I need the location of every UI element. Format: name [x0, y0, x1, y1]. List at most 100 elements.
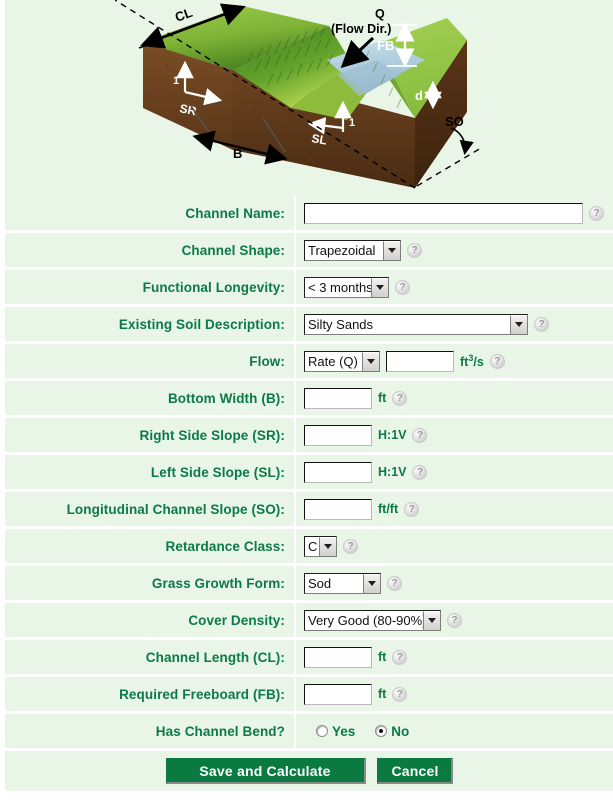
form-row-has-channel-bend: Has Channel Bend? Yes No: [5, 714, 613, 748]
diagram-label-cl: CL: [173, 5, 194, 25]
label-channel-shape: Channel Shape:: [181, 242, 285, 258]
bottom-width-input[interactable]: [304, 387, 372, 409]
field-channel-length: ft: [296, 640, 613, 674]
label-required-freeboard: Required Freeboard (FB):: [119, 686, 285, 702]
help-icon-channel-name[interactable]: [589, 205, 604, 221]
chevron-down-icon[interactable]: [362, 351, 379, 371]
diagram-label-q: Q: [375, 7, 385, 21]
grass-growth-form-select[interactable]: Sod: [304, 572, 381, 594]
field-required-freeboard: ft: [296, 677, 613, 711]
field-longitudinal-channel-slope: ft/ft: [296, 492, 613, 526]
label-cover-density: Cover Density:: [188, 612, 285, 628]
radio-indicator-yes[interactable]: [316, 725, 328, 737]
help-icon-right-side-slope[interactable]: [412, 427, 428, 443]
label-functional-longevity: Functional Longevity:: [142, 279, 285, 295]
field-channel-shape: Trapezoidal: [296, 233, 613, 267]
channel-shape-value: Trapezoidal: [308, 242, 376, 258]
label-bottom-width: Bottom Width (B):: [167, 390, 285, 406]
label-left-side-slope: Left Side Slope (SL):: [150, 464, 285, 480]
field-bottom-width: ft: [296, 381, 613, 415]
label-flow: Flow:: [249, 353, 285, 369]
help-icon-bottom-width[interactable]: [392, 390, 408, 406]
cover-density-select[interactable]: Very Good (80-90%): [304, 609, 441, 631]
chevron-down-icon[interactable]: [383, 240, 400, 260]
label-right-side-slope: Right Side Slope (SR):: [139, 427, 285, 443]
channel-diagram-banner: CL FB d Q (Flow Dir.) 1 SR 1 SL B SO: [5, 0, 613, 196]
longitudinal-channel-slope-input[interactable]: [304, 498, 372, 520]
flow-type-value: Rate (Q): [308, 353, 358, 369]
radio-label-yes: Yes: [332, 723, 356, 739]
diagram-label-sl: SL: [310, 131, 328, 147]
channel-design-form: Channel Name: Channel Shape: Trapezoidal…: [5, 196, 613, 791]
cancel-button[interactable]: Cancel: [376, 758, 453, 784]
units-right-side-slope: H:1V: [378, 428, 407, 442]
help-icon-grass-growth-form[interactable]: [387, 575, 402, 591]
form-action-bar: Save and Calculate Cancel: [5, 751, 613, 791]
field-channel-name: [296, 196, 613, 230]
form-row-cover-density: Cover Density: Very Good (80-90%): [5, 603, 613, 637]
channel-shape-select[interactable]: Trapezoidal: [304, 239, 401, 261]
cover-density-value: Very Good (80-90%): [308, 612, 423, 628]
chevron-down-icon[interactable]: [363, 573, 380, 593]
form-row-required-freeboard: Required Freeboard (FB): ft: [5, 677, 613, 711]
label-retardance-class: Retardance Class:: [165, 538, 285, 554]
field-left-side-slope: H:1V: [296, 455, 613, 489]
help-icon-channel-shape[interactable]: [407, 242, 422, 258]
help-icon-existing-soil-description[interactable]: [534, 316, 549, 332]
form-row-right-side-slope: Right Side Slope (SR): H:1V: [5, 418, 613, 452]
retardance-class-value: C: [308, 538, 318, 554]
help-icon-retardance-class[interactable]: [343, 538, 358, 554]
existing-soil-description-select[interactable]: Silty Sands: [304, 313, 528, 335]
chevron-down-icon[interactable]: [423, 610, 440, 630]
radio-indicator-no[interactable]: [375, 725, 388, 737]
help-icon-functional-longevity[interactable]: [395, 279, 410, 295]
save-and-calculate-button[interactable]: Save and Calculate: [165, 758, 366, 784]
diagram-label-one-left: 1: [173, 75, 179, 87]
page-root: CL FB d Q (Flow Dir.) 1 SR 1 SL B SO Cha…: [0, 0, 613, 808]
diagram-label-one-right: 1: [349, 117, 355, 129]
chevron-down-icon[interactable]: [319, 536, 336, 556]
chevron-down-icon[interactable]: [510, 314, 527, 334]
grass-growth-form-value: Sod: [308, 575, 332, 591]
flow-value-input[interactable]: [386, 350, 454, 372]
field-cover-density: Very Good (80-90%): [296, 603, 613, 637]
radio-option-yes[interactable]: Yes: [316, 724, 355, 739]
help-icon-left-side-slope[interactable]: [412, 464, 428, 480]
field-has-channel-bend: Yes No: [296, 714, 613, 748]
left-side-slope-input[interactable]: [304, 461, 372, 483]
field-functional-longevity: < 3 months: [296, 270, 613, 304]
help-icon-longitudinal-channel-slope[interactable]: [404, 501, 420, 517]
channel-length-input[interactable]: [304, 646, 372, 668]
form-row-channel-name: Channel Name:: [5, 196, 613, 230]
functional-longevity-value: < 3 months: [308, 279, 371, 295]
right-side-slope-input[interactable]: [304, 424, 372, 446]
units-channel-length: ft: [378, 650, 387, 664]
form-row-channel-length: Channel Length (CL): ft: [5, 640, 613, 674]
label-grass-growth-form: Grass Growth Form:: [151, 575, 285, 591]
help-icon-required-freeboard[interactable]: [392, 686, 408, 702]
form-row-existing-soil-description: Existing Soil Description: Silty Sands: [5, 307, 613, 341]
help-icon-flow[interactable]: [489, 353, 505, 369]
field-flow: Rate (Q) ft3/s: [296, 344, 613, 378]
label-channel-length: Channel Length (CL):: [145, 649, 285, 665]
diagram-label-flow-dir: (Flow Dir.): [331, 22, 391, 36]
functional-longevity-select[interactable]: < 3 months: [304, 276, 389, 298]
form-row-left-side-slope: Left Side Slope (SL): H:1V: [5, 455, 613, 489]
channel-diagram: CL FB d Q (Flow Dir.) 1 SR 1 SL B SO: [115, 0, 495, 196]
has-channel-bend-radio-group: Yes No: [304, 724, 423, 739]
channel-name-input[interactable]: [304, 202, 583, 224]
diagram-label-b: B: [233, 146, 242, 161]
diagram-label-so: SO: [445, 114, 464, 129]
flow-type-select[interactable]: Rate (Q): [304, 350, 380, 372]
retardance-class-select[interactable]: C: [304, 535, 337, 557]
required-freeboard-input[interactable]: [304, 683, 372, 705]
radio-option-no[interactable]: No: [375, 724, 409, 739]
chevron-down-icon[interactable]: [371, 277, 388, 297]
help-icon-channel-length[interactable]: [392, 649, 408, 665]
units-left-side-slope: H:1V: [378, 465, 407, 479]
help-icon-cover-density[interactable]: [447, 612, 462, 628]
field-grass-growth-form: Sod: [296, 566, 613, 600]
form-row-flow: Flow: Rate (Q) ft3/s: [5, 344, 613, 378]
field-existing-soil-description: Silty Sands: [296, 307, 613, 341]
form-row-grass-growth-form: Grass Growth Form: Sod: [5, 566, 613, 600]
